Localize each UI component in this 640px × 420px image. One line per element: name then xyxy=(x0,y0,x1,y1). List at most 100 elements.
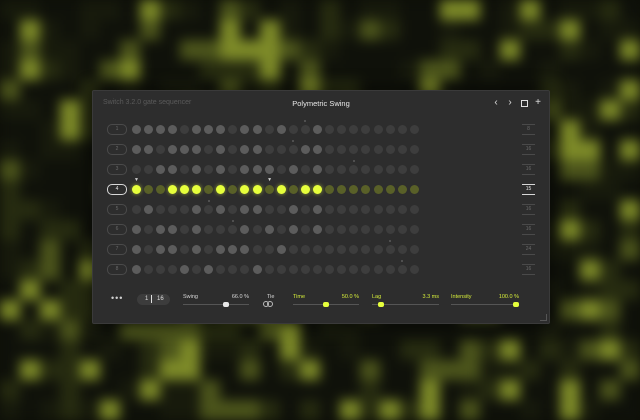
step-button[interactable] xyxy=(349,204,359,214)
step-button[interactable] xyxy=(264,244,274,254)
step-button[interactable] xyxy=(337,244,347,254)
step-button[interactable] xyxy=(288,244,298,254)
step-button[interactable] xyxy=(300,264,310,274)
step-button[interactable] xyxy=(373,184,383,194)
row-length-7[interactable]: 24 xyxy=(522,244,535,255)
step-button[interactable] xyxy=(131,124,141,134)
more-button[interactable]: ••• xyxy=(111,293,123,303)
row-number-2[interactable]: 2 xyxy=(107,144,127,155)
step-button[interactable] xyxy=(361,204,371,214)
step-button[interactable] xyxy=(385,144,395,154)
step-button[interactable] xyxy=(288,224,298,234)
step-button[interactable] xyxy=(264,204,274,214)
step-button[interactable] xyxy=(204,124,214,134)
step-button[interactable] xyxy=(288,124,298,134)
time-slider-handle[interactable] xyxy=(323,302,329,307)
step-button[interactable] xyxy=(192,244,201,254)
step-button[interactable] xyxy=(131,264,141,274)
step-button[interactable] xyxy=(228,164,238,174)
step-button[interactable] xyxy=(179,124,189,134)
step-button[interactable] xyxy=(179,144,189,154)
row-length-1[interactable]: 8 xyxy=(522,124,535,135)
step-button[interactable] xyxy=(337,264,347,274)
step-button[interactable] xyxy=(192,264,201,274)
step-button[interactable] xyxy=(252,224,262,234)
step-button[interactable] xyxy=(167,164,177,174)
row-length-4[interactable]: 15 xyxy=(522,184,535,195)
step-button[interactable] xyxy=(349,244,359,254)
step-button[interactable] xyxy=(143,244,153,254)
step-button[interactable] xyxy=(300,124,310,134)
step-button[interactable] xyxy=(276,144,286,154)
step-button[interactable] xyxy=(276,164,286,174)
step-button[interactable] xyxy=(216,124,226,134)
step-button[interactable] xyxy=(276,124,286,134)
step-button[interactable] xyxy=(252,124,262,134)
step-button[interactable] xyxy=(240,224,250,234)
step-button[interactable] xyxy=(373,264,383,274)
step-button[interactable] xyxy=(288,164,298,174)
step-button[interactable] xyxy=(216,264,226,274)
step-button[interactable] xyxy=(228,224,238,234)
step-button[interactable] xyxy=(216,224,226,234)
step-button[interactable] xyxy=(409,264,419,274)
step-button[interactable] xyxy=(131,164,141,174)
step-button[interactable] xyxy=(143,224,153,234)
step-button[interactable] xyxy=(300,144,310,154)
step-button[interactable] xyxy=(143,124,153,134)
step-button[interactable] xyxy=(204,184,214,194)
step-button[interactable] xyxy=(397,184,407,194)
step-button[interactable] xyxy=(167,244,177,254)
step-button[interactable] xyxy=(167,124,177,134)
step-button[interactable] xyxy=(167,224,177,234)
step-button[interactable] xyxy=(155,264,165,274)
step-button[interactable] xyxy=(361,244,371,254)
step-button[interactable] xyxy=(288,204,298,214)
step-button[interactable] xyxy=(373,144,383,154)
step-button[interactable] xyxy=(313,184,322,194)
step-button[interactable] xyxy=(264,184,274,194)
step-button[interactable] xyxy=(131,144,141,154)
step-button[interactable] xyxy=(325,244,335,254)
step-button[interactable] xyxy=(192,184,201,194)
step-button[interactable] xyxy=(240,244,250,254)
step-button[interactable] xyxy=(252,144,262,154)
step-button[interactable] xyxy=(192,164,201,174)
chevron-right-icon[interactable]: › xyxy=(504,97,516,109)
step-button[interactable] xyxy=(300,184,310,194)
step-button[interactable] xyxy=(409,204,419,214)
intensity-slider-handle[interactable] xyxy=(513,302,519,307)
step-button[interactable] xyxy=(252,164,262,174)
step-button[interactable] xyxy=(131,204,141,214)
step-button[interactable] xyxy=(167,144,177,154)
resize-handle[interactable] xyxy=(540,314,547,321)
step-button[interactable] xyxy=(325,144,335,154)
step-button[interactable] xyxy=(337,144,347,154)
step-button[interactable] xyxy=(385,184,395,194)
row-number-1[interactable]: 1 xyxy=(107,124,127,135)
step-button[interactable] xyxy=(155,184,165,194)
step-button[interactable] xyxy=(240,184,250,194)
step-button[interactable] xyxy=(337,164,347,174)
step-button[interactable] xyxy=(349,164,359,174)
step-button[interactable] xyxy=(216,164,226,174)
step-button[interactable] xyxy=(192,204,201,214)
step-button[interactable] xyxy=(397,204,407,214)
step-button[interactable] xyxy=(397,124,407,134)
step-button[interactable] xyxy=(288,144,298,154)
step-button[interactable] xyxy=(373,244,383,254)
step-button[interactable] xyxy=(313,244,322,254)
step-button[interactable] xyxy=(216,184,226,194)
step-button[interactable] xyxy=(361,124,371,134)
step-button[interactable] xyxy=(240,264,250,274)
row-number-8[interactable]: 8 xyxy=(107,264,127,275)
step-button[interactable] xyxy=(179,204,189,214)
row-number-4[interactable]: 4 xyxy=(107,184,127,195)
step-button[interactable] xyxy=(143,184,153,194)
step-button[interactable] xyxy=(204,164,214,174)
step-button[interactable] xyxy=(300,244,310,254)
step-button[interactable] xyxy=(373,204,383,214)
step-button[interactable] xyxy=(240,204,250,214)
step-button[interactable] xyxy=(337,204,347,214)
step-button[interactable] xyxy=(155,244,165,254)
